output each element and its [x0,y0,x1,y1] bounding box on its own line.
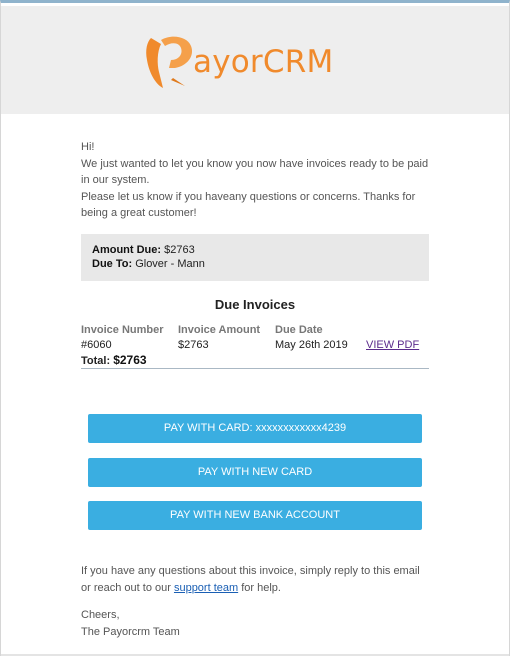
invoice-amount: $2763 [178,339,209,351]
invoice-table-divider [81,368,429,369]
amount-due-label: Amount Due: [92,244,162,256]
view-pdf-link[interactable]: VIEW PDF [366,338,419,352]
invoice-due-date: May 26th 2019 [275,339,348,351]
due-to-value: Glover - Mann [135,258,205,270]
invoice-total-row: Total: $2763 [81,353,429,367]
greeting-text: Hi! [81,141,95,153]
intro-line-2: Please let us know if you haveany questi… [81,190,416,220]
footer-text-after: for help. [238,581,281,594]
footer-message: If you have any questions about this inv… [81,563,431,640]
support-team-link[interactable]: support team [174,582,238,594]
footer-help-text: If you have any questions about this inv… [81,563,431,596]
total-label: Total: [81,355,111,367]
payorcrm-logo: ayorCRM [141,28,381,98]
invoice-table-header: Invoice Number Invoice Amount Due Date [81,323,429,337]
header-banner: ayorCRM [1,6,509,114]
table-row: #6060 $2763 May 26th 2019 VIEW PDF [81,338,429,352]
signoff-text: Cheers, [81,609,120,621]
logo-wordmark: ayorCRM [193,44,333,80]
email-page: ayorCRM Hi! We just wanted to let you kn… [0,0,510,656]
due-to-label: Due To: [92,258,133,270]
amount-due-value: $2763 [164,244,195,256]
due-invoices-title: Due Invoices [214,297,296,312]
footer-spacer [81,596,431,607]
intro-line-1: We just wanted to let you know you now h… [81,157,429,187]
invoice-total: Total: $2763 [81,353,147,368]
logo-wordmark-text: ayorCRM [193,44,334,80]
due-to-row: Due To: Glover - Mann [92,257,418,271]
amount-due-row: Amount Due: $2763 [92,243,418,257]
total-value: $2763 [113,353,147,367]
team-signature: The Payorcrm Team [81,625,180,638]
pay-with-new-card-button[interactable]: PAY WITH NEW CARD [88,458,422,487]
amount-summary-box: Amount Due: $2763 Due To: Glover - Mann [81,234,429,281]
col-header-due-date: Due Date [275,324,323,336]
invoice-number: #6060 [81,339,112,351]
pay-with-new-bank-account-button[interactable]: PAY WITH NEW BANK ACCOUNT [88,501,422,530]
col-header-invoice-amount: Invoice Amount [178,324,261,336]
col-header-invoice-number: Invoice Number [81,324,164,336]
logo-p-mark-icon [146,36,193,88]
pay-with-saved-card-button[interactable]: PAY WITH CARD: xxxxxxxxxxxx4239 [88,414,422,443]
intro-message: Hi! We just wanted to let you know you n… [81,139,429,222]
